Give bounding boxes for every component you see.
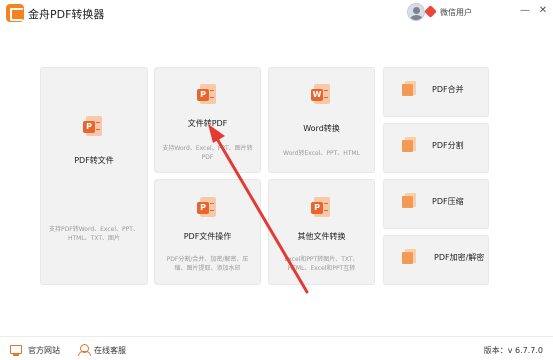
pdf-to-file-icon: P (83, 116, 105, 140)
card-desc: Excel和PPT转图片、TXT、HTML、Excel和PPT互转 (284, 256, 359, 272)
close-button[interactable]: ✕ (537, 5, 549, 17)
card-title: PDF合并 (432, 85, 464, 94)
card-pdf-merge[interactable]: PDF合并 (383, 67, 489, 117)
card-pdf-compress[interactable]: PDF压缩 (383, 179, 489, 229)
card-title: PDF转文件 (74, 156, 114, 165)
pdf-compress-icon (402, 193, 418, 209)
app-title: 金舟PDF转换器 (28, 8, 105, 21)
card-other-convert[interactable]: P 其他文件转换 Excel和PPT转图片、TXT、HTML、Excel和PPT… (268, 179, 375, 285)
card-title: PDF加密/解密 (434, 253, 485, 262)
status-bar: 官方网站 在线客服 版本：v 6.7.7.0 (0, 336, 553, 360)
card-pdf-to-file[interactable]: P PDF转文件 支持PDF转Word、Excel、PPT、HTML、TXT、图… (40, 67, 148, 285)
card-desc: 支持PDF转Word、Excel、PPT、HTML、TXT、图片 (49, 226, 139, 242)
card-pdf-split[interactable]: PDF分割 (383, 123, 489, 173)
official-website-link[interactable]: 官方网站 (28, 345, 60, 356)
card-title: PDF压缩 (432, 197, 464, 206)
card-pdf-encrypt[interactable]: PDF加密/解密 (383, 235, 489, 285)
pdf-merge-icon (402, 81, 418, 97)
card-file-to-pdf[interactable]: P 文件转PDF 支持Word、Excel、PPT、图片转PDF (154, 67, 261, 173)
card-title: PDF分割 (432, 141, 464, 150)
other-convert-icon: P (311, 197, 333, 221)
card-title: PDF文件操作 (183, 232, 232, 241)
monitor-icon (10, 345, 22, 356)
word-convert-icon: W (311, 84, 333, 108)
file-to-pdf-icon: P (197, 84, 219, 108)
card-title: Word转换 (303, 124, 340, 133)
title-bar: 金舟PDF转换器 微信用户 — ✕ (0, 0, 553, 26)
card-title: 文件转PDF (187, 119, 228, 128)
pdf-operations-icon: P (197, 197, 219, 221)
online-support-link[interactable]: 在线客服 (94, 345, 126, 356)
card-desc: Word转Excel、PPT、HTML (283, 150, 360, 157)
card-pdf-operations[interactable]: P PDF文件操作 PDF分割/合并、加密/解密、压缩、图片提取、添加水印 (154, 179, 261, 285)
support-icon (78, 344, 91, 356)
pdf-split-icon (402, 137, 418, 153)
card-desc: 支持Word、Excel、PPT、图片转PDF (162, 145, 253, 161)
minimize-button[interactable]: — (519, 5, 531, 17)
app-logo-icon (6, 4, 24, 22)
card-desc: PDF分割/合并、加密/解密、压缩、图片提取、添加水印 (166, 256, 249, 272)
card-word-convert[interactable]: W Word转换 Word转Excel、PPT、HTML (268, 67, 375, 173)
version-label: 版本：v 6.7.7.0 (483, 346, 543, 355)
card-title: 其他文件转换 (297, 232, 346, 241)
pdf-encrypt-icon (402, 249, 418, 265)
user-avatar[interactable] (407, 3, 425, 21)
user-name[interactable]: 微信用户 (440, 7, 472, 18)
vip-badge-icon (424, 5, 437, 18)
